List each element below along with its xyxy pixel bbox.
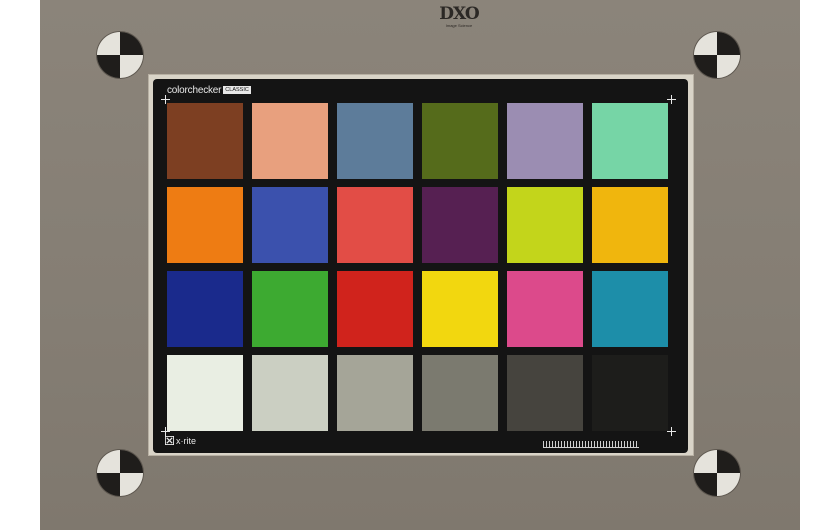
- color-patch-r1-c2: [252, 103, 328, 179]
- color-patch-r4-c1: [167, 355, 243, 431]
- registration-target-top-right: [694, 32, 740, 78]
- color-patch-r3-c5: [507, 271, 583, 347]
- color-patch-r4-c2: [252, 355, 328, 431]
- color-patch-r3-c4: [422, 271, 498, 347]
- color-patch-r4-c3: [337, 355, 413, 431]
- registration-target-top-left: [97, 32, 143, 78]
- color-patch-r2-c2: [252, 187, 328, 263]
- color-patch-r2-c4: [422, 187, 498, 263]
- color-patch-r4-c4: [422, 355, 498, 431]
- xrite-logo-text: x·rite: [176, 436, 196, 446]
- color-patch-r3-c6: [592, 271, 668, 347]
- crosshair-icon-bottom-right: [667, 427, 676, 436]
- colorchecker-card: colorchecker CLASSIC x·rite: [153, 79, 688, 453]
- color-patch-r1-c1: [167, 103, 243, 179]
- color-patch-r1-c6: [592, 103, 668, 179]
- color-patch-r4-c6: [592, 355, 668, 431]
- dxo-logo-text: DXO: [439, 4, 479, 24]
- xrite-logo: x·rite: [165, 435, 196, 447]
- color-patch-r3-c3: [337, 271, 413, 347]
- color-patch-r1-c3: [337, 103, 413, 179]
- color-patch-r2-c5: [507, 187, 583, 263]
- color-patch-r3-c2: [252, 271, 328, 347]
- crosshair-icon-top-right: [667, 95, 676, 104]
- card-title: colorchecker CLASSIC: [167, 85, 251, 97]
- color-patch-grid: [167, 103, 668, 431]
- color-patch-r4-c5: [507, 355, 583, 431]
- xrite-icon: [165, 436, 174, 445]
- color-patch-r2-c3: [337, 187, 413, 263]
- dxo-logo: DXO Image Science: [438, 5, 480, 31]
- color-patch-r3-c1: [167, 271, 243, 347]
- color-patch-r1-c5: [507, 103, 583, 179]
- color-patch-r2-c6: [592, 187, 668, 263]
- colorchecker-title: colorchecker: [167, 85, 222, 96]
- registration-target-bottom-right: [694, 450, 740, 496]
- registration-target-bottom-left: [97, 450, 143, 496]
- scale-ruler: [543, 441, 639, 448]
- color-patch-r2-c1: [167, 187, 243, 263]
- classic-tag: CLASSIC: [223, 86, 251, 94]
- color-patch-r1-c4: [422, 103, 498, 179]
